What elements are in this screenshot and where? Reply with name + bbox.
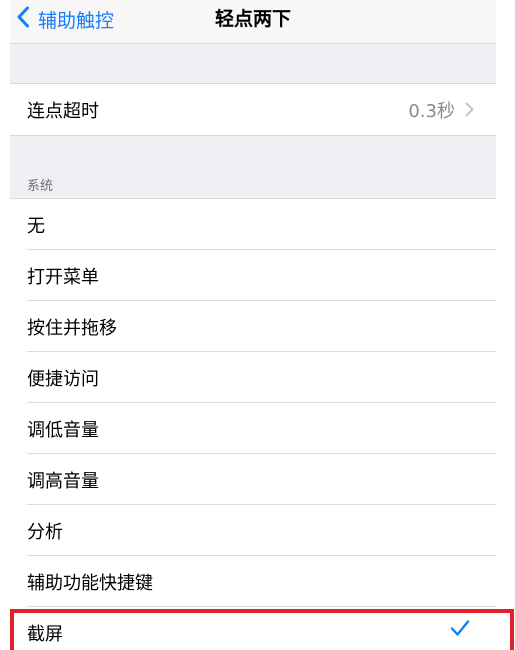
list-item-label: 打开菜单 [27,266,99,288]
list-item-label: 分析 [27,521,63,543]
chevron-right-icon [465,102,474,117]
list-item[interactable]: 调低音量 [10,403,496,454]
tap-timeout-detail: 0.3秒 [408,84,474,135]
list-item-label: 辅助功能快捷键 [27,572,153,594]
chevron-left-icon [16,6,38,32]
list-item-selected[interactable]: 截屏 [10,607,496,650]
group-bottom-divider [10,135,496,136]
list-item[interactable]: 辅助功能快捷键 [10,556,496,607]
list-item-label: 无 [27,215,45,237]
list-item[interactable]: 调高音量 [10,454,496,505]
list-item[interactable]: 分析 [10,505,496,556]
tap-timeout-row[interactable]: 连点超时 0.3秒 [10,84,496,135]
tap-timeout-label: 连点超时 [27,100,99,122]
list-item-label: 按住并拖移 [27,317,117,339]
back-button-label: 辅助触控 [38,9,115,32]
list-item-label: 截屏 [27,623,63,645]
list-item[interactable]: 无 [10,199,496,250]
checkmark-icon [450,619,470,637]
list-item-label: 调高音量 [27,470,99,492]
navigation-bar: 辅助触控 轻点两下 [10,0,496,44]
list-item[interactable]: 按住并拖移 [10,301,496,352]
back-button[interactable]: 辅助触控 [16,0,114,38]
list-item-label: 调低音量 [27,419,99,441]
list-item-label: 便捷访问 [27,368,99,390]
list-item[interactable]: 便捷访问 [10,352,496,403]
list-item[interactable]: 打开菜单 [10,250,496,301]
screenshot-panel: 辅助触控 轻点两下 连点超时 0.3秒 系统 无 打开菜单 按住并拖移 便捷访问… [0,0,515,650]
tap-timeout-value: 0.3秒 [408,100,455,122]
settings-screen: 辅助触控 轻点两下 连点超时 0.3秒 系统 无 打开菜单 按住并拖移 便捷访问… [10,0,496,650]
section-header-system: 系统 [27,179,54,194]
